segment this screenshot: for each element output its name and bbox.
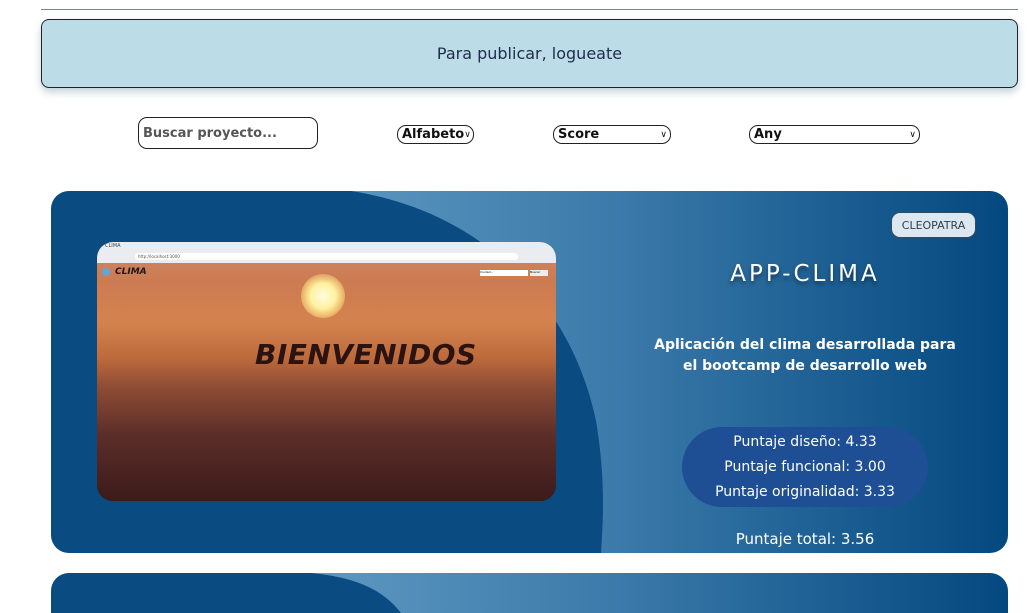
hero-heading: BIENVENIDOS (255, 338, 477, 371)
next-project-card (51, 573, 1008, 613)
chevron-down-icon: ∨ (464, 129, 471, 140)
mini-search-input: Ciudad... (480, 270, 528, 276)
browser-tab: CLIMA (105, 243, 121, 249)
score-total: Puntaje total: 3.56 (735, 530, 875, 548)
sort-alphabet-value: Alfabeto (402, 127, 465, 142)
chevron-down-icon: ∨ (660, 129, 667, 140)
sort-score-value: Score (558, 127, 600, 142)
login-banner-text: Para publicar, logueate (436, 44, 623, 63)
card-background-shape (51, 573, 401, 613)
project-card: CLIMA http://localhost:3000 CLIMA Ciudad… (51, 191, 1008, 553)
project-description: Aplicación del clima desarrollada para e… (654, 337, 956, 374)
owner-button[interactable]: CLEOPATRA (891, 212, 976, 238)
mini-search-button: Buscar (530, 270, 548, 276)
top-divider (41, 9, 1018, 10)
category-select[interactable]: Any ∨ (749, 125, 920, 144)
filters-bar: Alfabeto ∨ Score ∨ Any ∨ (0, 117, 1035, 151)
score-originality: Puntaje originalidad: 3.33 (715, 483, 895, 500)
project-title: APP-CLIMA (730, 261, 880, 287)
sort-score-select[interactable]: Score ∨ (553, 125, 671, 144)
weather-icon (102, 268, 110, 276)
score-functional: Puntaje funcional: 3.00 (724, 458, 886, 475)
score-design: Puntaje diseño: 4.33 (733, 433, 877, 450)
mini-navbar: CLIMA Ciudad... Buscar (97, 263, 556, 283)
mini-logo: CLIMA (115, 267, 147, 277)
category-value: Any (754, 127, 782, 142)
login-banner: Para publicar, logueate (41, 19, 1018, 88)
browser-url: http://localhost:3000 (135, 253, 518, 260)
scores-panel: Puntaje diseño: 4.33 Puntaje funcional: … (682, 427, 928, 507)
search-input[interactable] (138, 117, 318, 149)
chevron-down-icon: ∨ (909, 129, 916, 140)
browser-chrome: CLIMA http://localhost:3000 (97, 242, 556, 263)
project-screenshot[interactable]: CLIMA http://localhost:3000 CLIMA Ciudad… (97, 242, 556, 501)
sort-alphabet-select[interactable]: Alfabeto ∨ (397, 125, 474, 144)
